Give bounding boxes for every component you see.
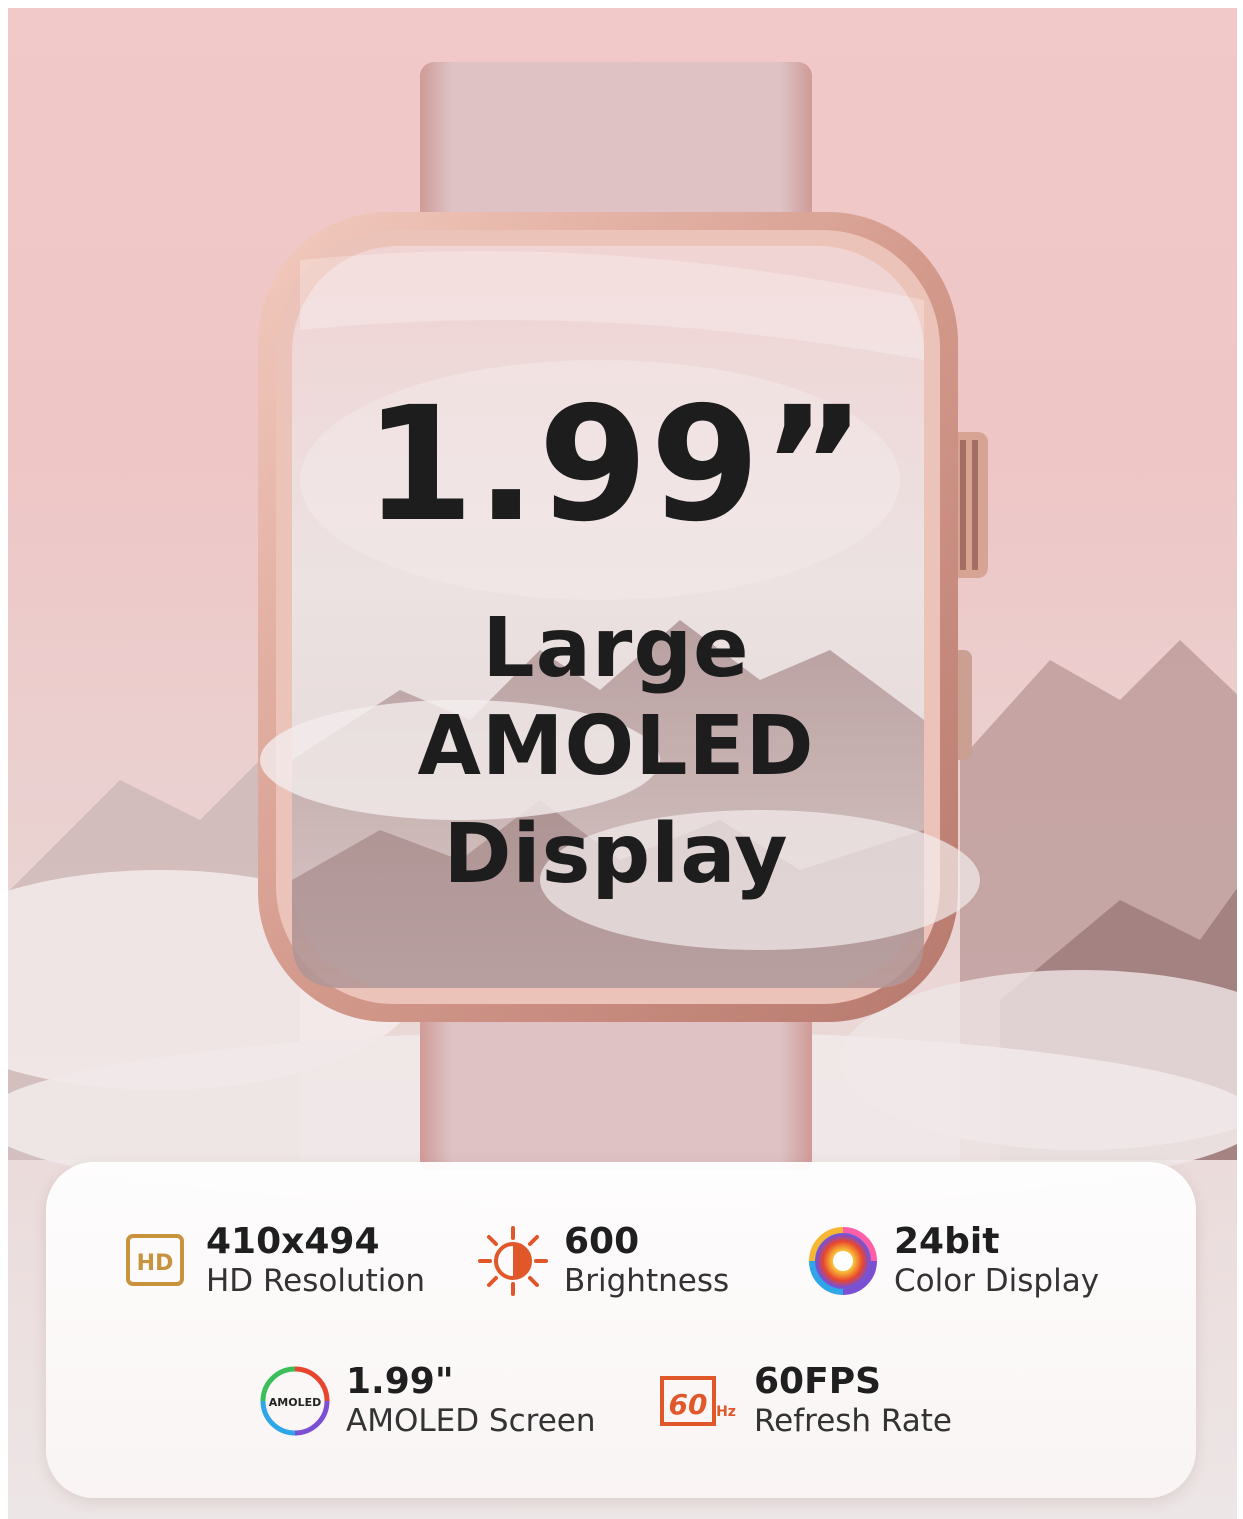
spec-label: Brightness [564, 1263, 730, 1299]
spec-hd-resolution: HD 410x494 HD Resolution [118, 1222, 425, 1300]
headline-line-large: Large [482, 601, 750, 696]
spec-value: 600 [564, 1221, 640, 1262]
spec-refresh-rate: 60 Hz 60FPS Refresh Rate [658, 1362, 952, 1440]
spec-amoled-screen: AMOLED 1.99" AMOLED Screen [258, 1362, 596, 1440]
spec-color-display: 24bit Color Display [806, 1222, 1099, 1300]
color-swirl-icon [806, 1224, 880, 1298]
spec-label: Color Display [894, 1263, 1100, 1299]
spec-value: 24bit [894, 1221, 1000, 1262]
spec-value: 410x494 [206, 1221, 380, 1262]
spec-label: Refresh Rate [754, 1403, 953, 1439]
spec-value: 1.99" [346, 1361, 454, 1402]
spec-panel: HD 410x494 HD Resolution 600 Brightness … [46, 1162, 1196, 1498]
spec-label: AMOLED Screen [346, 1403, 596, 1439]
svg-text:HD: HD [137, 1251, 174, 1276]
svg-text:Hz: Hz [716, 1404, 736, 1420]
refresh-60hz-icon: 60 Hz [658, 1364, 740, 1438]
strap-bottom [420, 1010, 812, 1170]
amoled-icon: AMOLED [258, 1364, 332, 1438]
headline-line-amoled: AMOLED [417, 699, 815, 794]
svg-text:60: 60 [669, 1388, 708, 1421]
spec-brightness: 600 Brightness [476, 1222, 729, 1300]
strap-top [420, 62, 812, 232]
spec-value: 60FPS [754, 1361, 882, 1402]
product-image: 1.99” Large AMOLED Display HD 410x494 HD… [0, 0, 1243, 1519]
brightness-icon [476, 1224, 550, 1298]
spec-label: HD Resolution [206, 1263, 426, 1299]
hd-icon: HD [118, 1224, 192, 1298]
headline-line-display: Display [443, 807, 789, 902]
svg-text:AMOLED: AMOLED [269, 1396, 321, 1409]
headline-size: 1.99” [364, 373, 868, 557]
